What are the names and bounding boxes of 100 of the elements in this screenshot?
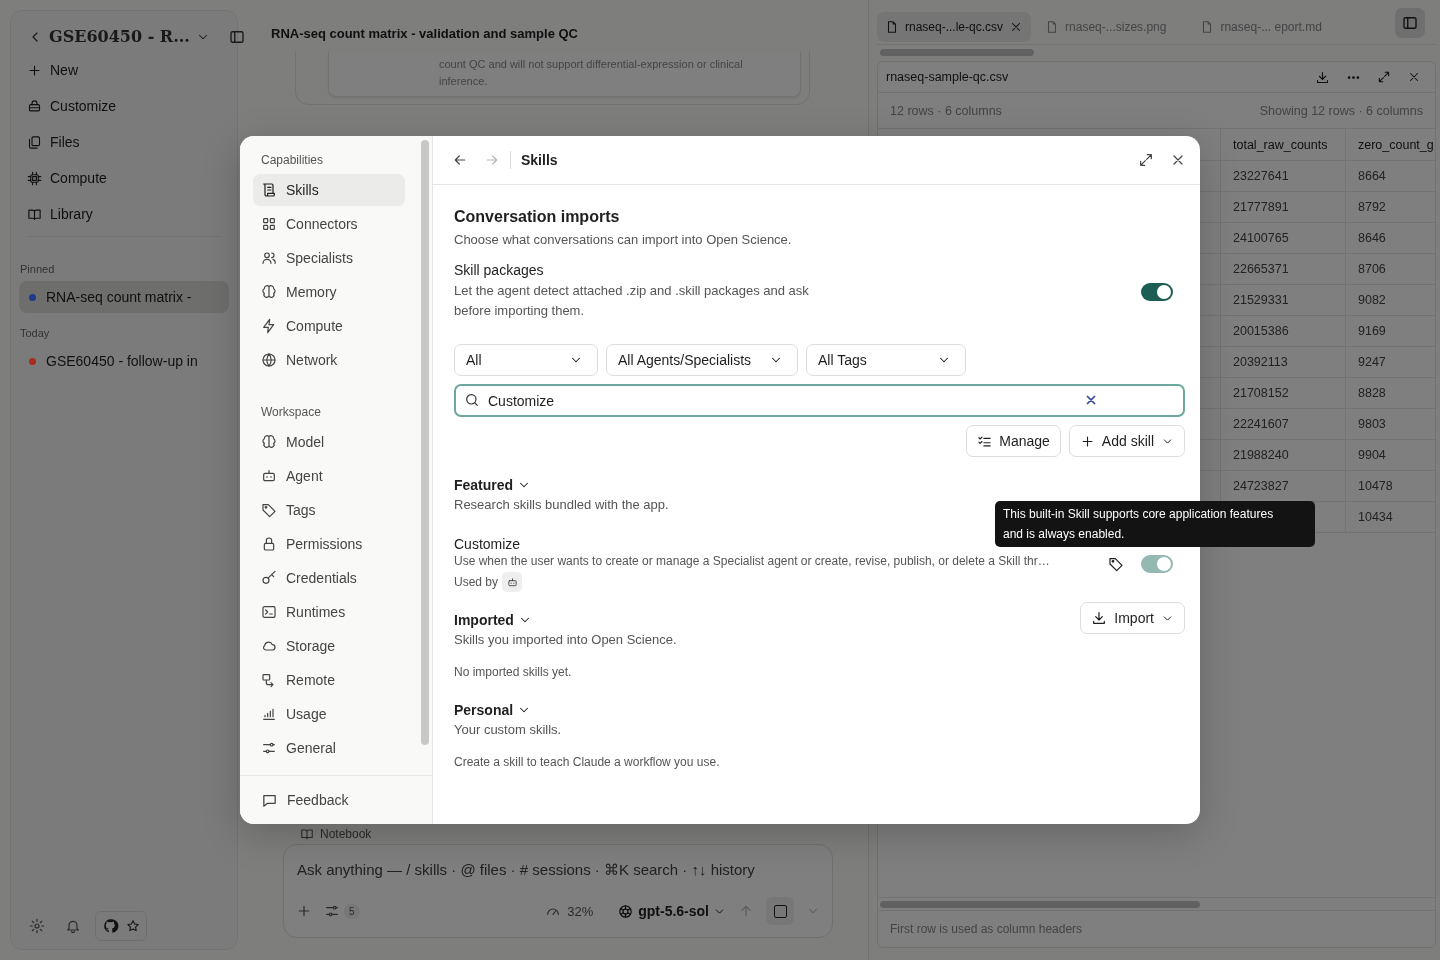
table-cell-text: 10434 bbox=[1357, 509, 1394, 526]
section-description: Research skills bundled with the app. bbox=[454, 496, 669, 514]
download-icon bbox=[1091, 610, 1108, 626]
table-cell: 22241607 bbox=[1221, 409, 1346, 439]
sidebar-icon bbox=[1401, 14, 1419, 32]
stop-button[interactable] bbox=[766, 897, 794, 925]
robot-icon bbox=[261, 468, 277, 484]
panel-toggle-button[interactable] bbox=[1395, 8, 1425, 38]
settings-nav-item[interactable]: Tags bbox=[253, 494, 405, 526]
used-by-label: Used by bbox=[454, 574, 499, 591]
message-input[interactable]: Ask anything — / skills · @ files · # sessions · ⌘K search · ↑↓ history bbox=[296, 861, 821, 878]
section-toggle[interactable]: Imported bbox=[454, 610, 532, 630]
filter-dropdown[interactable]: All Agents/Specialists bbox=[606, 344, 798, 376]
grid-icon bbox=[261, 216, 277, 232]
model-selector[interactable]: gpt-5.6-sol bbox=[617, 902, 726, 920]
back-arrow-icon[interactable] bbox=[452, 152, 468, 168]
brain-icon bbox=[261, 284, 277, 300]
section-label: Capabilities bbox=[260, 152, 325, 169]
settings-nav-item[interactable]: Usage bbox=[253, 698, 405, 730]
table-cell-text: 10478 bbox=[1357, 478, 1394, 495]
documents-icon bbox=[27, 134, 42, 150]
settings-nav-item[interactable]: Model bbox=[253, 426, 405, 458]
expand-icon[interactable] bbox=[1377, 70, 1391, 84]
settings-nav-item[interactable]: Network bbox=[253, 344, 405, 376]
toolbox-icon bbox=[27, 98, 42, 114]
table-cell-text: 8706 bbox=[1357, 261, 1387, 278]
settings-nav-item[interactable]: Skills bbox=[253, 174, 405, 206]
conversation-item[interactable]: GSE60450 - follow-up in bbox=[19, 345, 229, 377]
expand-icon[interactable] bbox=[1138, 152, 1154, 168]
action-button[interactable]: Add skill bbox=[1068, 425, 1185, 457]
lock-icon bbox=[261, 536, 277, 552]
scrollbar-thumb[interactable] bbox=[421, 140, 429, 745]
tag-icon bbox=[261, 502, 277, 518]
note-text: count QC and will not support differential-expression or clinical inference. bbox=[439, 57, 744, 89]
scrollbar-thumb[interactable] bbox=[880, 48, 1034, 56]
settings-nav-item[interactable]: Storage bbox=[253, 630, 405, 662]
filter-dropdown[interactable]: All Tags bbox=[806, 344, 966, 376]
sidebar-item[interactable]: Compute bbox=[19, 160, 229, 196]
action-button[interactable]: Manage bbox=[966, 425, 1061, 457]
sidebar-item[interactable]: Library bbox=[19, 196, 229, 232]
repo-button[interactable] bbox=[95, 911, 147, 941]
section-description: Your custom skills. bbox=[454, 721, 562, 739]
filter-dropdown[interactable]: All bbox=[454, 344, 598, 376]
settings-nav-item[interactable]: Runtimes bbox=[253, 596, 405, 628]
settings-nav-item[interactable]: Credentials bbox=[253, 562, 405, 594]
settings-nav-item[interactable]: Specialists bbox=[253, 242, 405, 274]
skill-name: Customize bbox=[454, 536, 521, 552]
count-badge: 5 bbox=[344, 903, 360, 919]
skill-description: Use when the user wants to create or manage a Specialist agent or create, revise, publish, or delete a Skill thr… bbox=[454, 553, 1051, 570]
sidebar-item[interactable]: Customize bbox=[19, 88, 229, 124]
section-heading: Conversation imports bbox=[454, 208, 621, 226]
download-icon[interactable] bbox=[1315, 69, 1330, 85]
close-icon[interactable] bbox=[1407, 70, 1421, 84]
settings-icon[interactable] bbox=[29, 918, 45, 934]
table-cell-text: 8828 bbox=[1357, 385, 1387, 402]
scrollbar-thumb[interactable] bbox=[880, 900, 1200, 908]
table-cell-text: 8646 bbox=[1357, 230, 1387, 247]
settings-nav-item[interactable]: Permissions bbox=[253, 528, 405, 560]
table-cell: 21529331 bbox=[1221, 285, 1346, 315]
settings-nav-item[interactable]: Remote bbox=[253, 664, 405, 696]
logo-icon bbox=[617, 902, 635, 920]
table-cell: 20015386 bbox=[1221, 316, 1346, 346]
book-icon bbox=[27, 206, 42, 222]
brain-icon bbox=[261, 434, 277, 450]
search-icon bbox=[464, 392, 480, 408]
workspace-title[interactable]: GSE60450 - R... bbox=[49, 27, 190, 46]
table-cell: 24100765 bbox=[1221, 223, 1346, 253]
table-cell-text: 9169 bbox=[1357, 323, 1387, 340]
bell-icon[interactable] bbox=[65, 918, 81, 934]
settings-nav-item[interactable]: Compute bbox=[253, 310, 405, 342]
table-cell-text: 8792 bbox=[1357, 199, 1387, 216]
settings-nav-item[interactable]: Connectors bbox=[253, 208, 405, 240]
file-name: rnaseq-sample-qc.csv bbox=[886, 70, 1009, 84]
column-header[interactable]: total_raw_counts bbox=[1221, 129, 1346, 160]
settings-nav-item[interactable]: Agent bbox=[253, 460, 405, 492]
search-field[interactable]: Customize bbox=[454, 384, 1185, 417]
sliders-icon[interactable] bbox=[324, 903, 340, 919]
conversation-item[interactable]: RNA-seq count matrix - bbox=[19, 281, 229, 313]
plus-icon bbox=[27, 62, 42, 78]
column-header[interactable]: zero_count_g bbox=[1346, 129, 1435, 160]
section-toggle[interactable]: Personal bbox=[454, 700, 532, 720]
import-button[interactable]: Import bbox=[1080, 602, 1185, 634]
section-label: Today bbox=[19, 326, 51, 341]
conversation-title: GSE60450 - follow-up in bbox=[46, 353, 198, 369]
file-tab[interactable]: rnaseq-...le-qc.csv bbox=[877, 12, 1032, 42]
conversation-title: RNA-seq count matrix - validation and sample QC bbox=[270, 25, 579, 43]
sidebar-item[interactable]: Files bbox=[19, 124, 229, 160]
table-cell: 22665371 bbox=[1221, 254, 1346, 284]
feedback-button[interactable]: Feedback bbox=[253, 784, 405, 816]
sidebar-item[interactable]: New bbox=[19, 52, 229, 88]
dialog-title: Skills bbox=[521, 152, 558, 168]
lightning-icon bbox=[261, 318, 277, 334]
settings-nav-item[interactable]: General bbox=[253, 732, 405, 764]
section-toggle[interactable]: Featured bbox=[454, 475, 532, 495]
chip-icon bbox=[27, 170, 42, 186]
empty-state-text: No imported skills yet. bbox=[454, 664, 573, 681]
settings-nav-item[interactable]: Memory bbox=[253, 276, 405, 308]
option-description: Let the agent detect attached .zip and .skill packages and ask before importing them. bbox=[454, 282, 810, 320]
clear-icon[interactable] bbox=[1084, 393, 1098, 407]
toggle-switch[interactable] bbox=[1141, 282, 1173, 301]
